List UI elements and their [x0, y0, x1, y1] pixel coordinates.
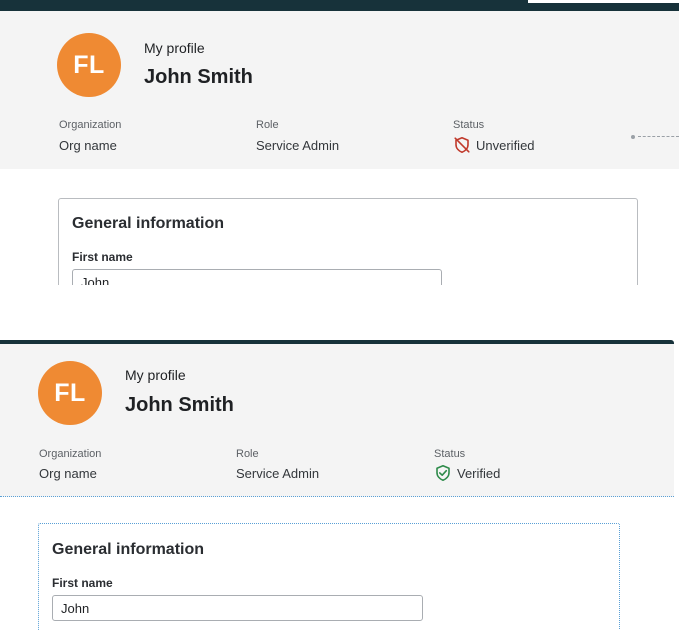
status-badge: Verified [434, 464, 500, 482]
page-eyebrow: My profile [125, 367, 186, 383]
first-name-label: First name [72, 250, 133, 264]
organization-value: Org name [39, 466, 97, 481]
general-information-card: General information First name [38, 523, 620, 630]
shield-slash-icon [453, 136, 471, 154]
status-label: Status [453, 119, 485, 131]
profile-header: FL My profile John Smith Organization Or… [0, 344, 674, 497]
shield-check-icon [434, 464, 452, 482]
first-name-label: First name [52, 576, 113, 590]
avatar: FL [57, 33, 121, 97]
status-text: Unverified [476, 137, 535, 153]
organization-label: Organization [59, 119, 122, 131]
page-title: John Smith [144, 66, 253, 88]
first-name-input[interactable] [52, 595, 423, 621]
organization-label: Organization [39, 448, 102, 460]
profile-panel-verified: FL My profile John Smith Organization Or… [0, 340, 679, 630]
status-text: Verified [457, 465, 501, 481]
general-information-card: General information First name [58, 198, 638, 285]
page-eyebrow: My profile [144, 40, 205, 56]
role-label: Role [236, 448, 259, 460]
progress-dot [631, 135, 635, 139]
card-title: General information [52, 541, 205, 558]
progress-dashed-line [638, 136, 679, 137]
profile-panel-unverified: FL My profile John Smith Organization Or… [0, 0, 679, 285]
top-app-bar-notch [528, 0, 679, 3]
role-value: Service Admin [236, 466, 320, 481]
card-title: General information [72, 215, 225, 232]
role-label: Role [256, 119, 279, 131]
organization-value: Org name [59, 138, 117, 153]
role-value: Service Admin [256, 138, 340, 153]
page-title: John Smith [125, 394, 234, 416]
avatar: FL [38, 361, 102, 425]
status-badge: Unverified [453, 136, 535, 154]
progress-connector [631, 135, 679, 139]
profile-header: FL My profile John Smith Organization Or… [0, 11, 679, 169]
first-name-input[interactable] [72, 269, 442, 285]
status-label: Status [434, 448, 466, 460]
